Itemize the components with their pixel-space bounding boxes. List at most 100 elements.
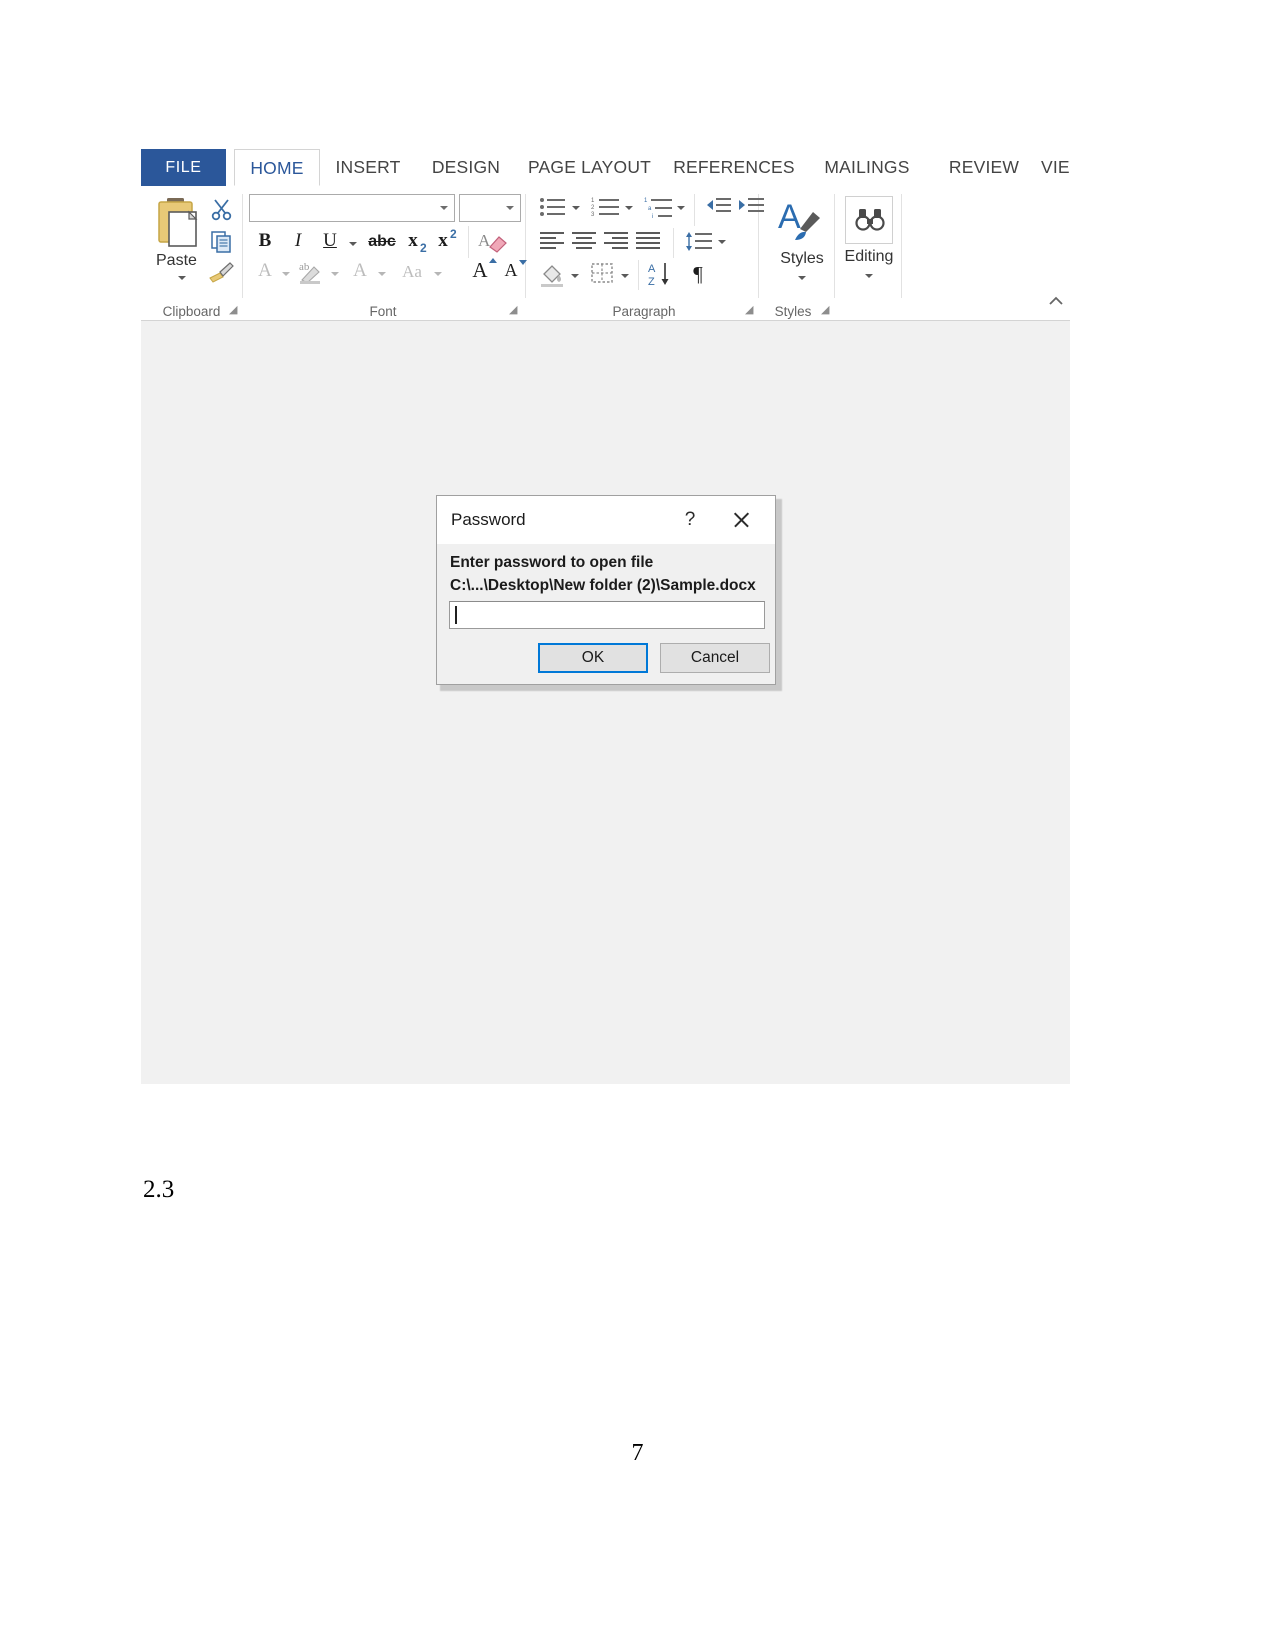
superscript-button[interactable]: x <box>435 230 451 252</box>
decrease-indent-icon[interactable] <box>704 196 732 218</box>
sort-icon[interactable]: A Z <box>648 260 678 288</box>
bullets-caret[interactable] <box>572 206 580 210</box>
svg-text:A: A <box>778 198 801 236</box>
font-size-combo[interactable] <box>459 194 521 222</box>
multilevel-list-icon[interactable]: 1 a i <box>644 196 674 220</box>
strikethrough-button[interactable]: abc <box>365 233 399 251</box>
clipboard-group-label: Clipboard <box>162 304 221 319</box>
editing-button[interactable] <box>845 196 893 244</box>
borders-icon[interactable] <box>590 262 616 286</box>
styles-button-label[interactable]: Styles <box>775 250 829 268</box>
paragraph-group-label: Paragraph <box>612 304 676 319</box>
styles-dialog-launcher-icon[interactable]: ◢ <box>821 305 832 316</box>
line-spacing-icon[interactable] <box>684 230 714 254</box>
chevron-down-icon[interactable] <box>440 206 448 210</box>
svg-text:1: 1 <box>591 198 595 204</box>
justify-icon[interactable] <box>635 230 663 252</box>
group-separator <box>834 194 835 298</box>
align-center-icon[interactable] <box>571 230 599 252</box>
dialog-title: Password <box>451 510 526 529</box>
subscript-button[interactable]: x <box>405 230 421 252</box>
underline-button[interactable]: U <box>319 230 341 252</box>
binoculars-icon <box>855 209 885 231</box>
cut-icon[interactable] <box>210 198 234 222</box>
tab-mailings[interactable]: MAILINGS <box>807 149 927 186</box>
copy-icon[interactable] <box>210 230 234 254</box>
editing-button-label[interactable]: Editing <box>839 248 899 266</box>
font-color-caret[interactable] <box>378 272 386 276</box>
change-case-caret[interactable] <box>434 272 442 276</box>
font-name-combo[interactable] <box>249 194 455 222</box>
bold-button[interactable]: B <box>254 230 276 252</box>
group-separator <box>638 260 639 290</box>
text-highlight-caret[interactable] <box>331 272 339 276</box>
borders-caret[interactable] <box>621 274 629 278</box>
bullets-icon[interactable] <box>539 196 567 220</box>
dialog-title-bar: Password ? <box>437 496 775 544</box>
font-group-label: Font <box>369 304 397 319</box>
close-icon[interactable] <box>729 508 755 532</box>
tab-insert[interactable]: INSERT <box>323 149 413 186</box>
show-formatting-marks-button[interactable]: ¶ <box>687 262 709 287</box>
ok-button[interactable]: OK <box>538 643 648 673</box>
text-effects-caret[interactable] <box>282 272 290 276</box>
section-number: 2.3 <box>143 1176 175 1203</box>
dialog-file-path: C:\...\Desktop\New folder (2)\Sample.doc… <box>450 577 756 594</box>
tab-home[interactable]: HOME <box>234 149 320 186</box>
line-spacing-caret[interactable] <box>718 240 726 244</box>
group-separator <box>468 226 469 258</box>
shading-icon[interactable] <box>539 262 567 288</box>
increase-indent-icon[interactable] <box>737 196 765 218</box>
clear-formatting-icon[interactable]: A <box>477 228 509 256</box>
svg-text:i: i <box>652 214 653 220</box>
help-icon[interactable]: ? <box>679 508 701 532</box>
tab-page-layout[interactable]: PAGE LAYOUT <box>519 149 660 186</box>
group-separator <box>694 194 695 226</box>
numbering-caret[interactable] <box>625 206 633 210</box>
tab-references[interactable]: REFERENCES <box>665 149 803 186</box>
group-separator <box>525 194 526 298</box>
change-case-button[interactable]: Aa <box>393 262 431 282</box>
document-canvas <box>141 321 1070 1084</box>
styles-group-label: Styles <box>774 304 812 319</box>
text-highlight-icon[interactable]: ab <box>298 258 326 284</box>
text-cursor <box>455 606 457 624</box>
tab-review[interactable]: REVIEW <box>931 149 1037 186</box>
align-right-icon[interactable] <box>603 230 631 252</box>
password-input[interactable] <box>449 601 765 629</box>
svg-text:a: a <box>648 206 652 212</box>
word-window-screenshot: FILE HOME INSERT DESIGN PAGE LAYOUT REFE… <box>141 149 1070 1084</box>
password-dialog: Password ? Enter password to open file C… <box>436 495 776 685</box>
page-number: 7 <box>631 1440 644 1466</box>
paste-label[interactable]: Paste <box>156 252 197 270</box>
svg-text:A: A <box>648 263 656 275</box>
clipboard-dialog-launcher-icon[interactable]: ◢ <box>229 305 240 316</box>
numbering-icon[interactable]: 1 2 3 <box>591 196 621 220</box>
cancel-button[interactable]: Cancel <box>660 643 770 673</box>
paragraph-dialog-launcher-icon[interactable]: ◢ <box>745 305 756 316</box>
font-dialog-launcher-icon[interactable]: ◢ <box>509 305 520 316</box>
shrink-font-arrow-icon <box>519 260 527 265</box>
underline-dropdown-caret[interactable] <box>349 242 357 246</box>
dialog-prompt-line1: Enter password to open file <box>450 554 654 571</box>
text-effects-button[interactable]: A <box>253 260 277 282</box>
font-color-button[interactable]: A <box>349 260 371 282</box>
paste-icon[interactable] <box>155 196 205 250</box>
group-separator <box>901 194 902 298</box>
svg-text:3: 3 <box>591 212 595 218</box>
chevron-down-icon[interactable] <box>506 206 514 210</box>
multilevel-list-caret[interactable] <box>677 206 685 210</box>
styles-dropdown-caret[interactable] <box>798 276 806 280</box>
tab-design[interactable]: DESIGN <box>418 149 514 186</box>
editing-dropdown-caret[interactable] <box>865 274 873 278</box>
tab-view[interactable]: VIEW <box>1041 149 1070 186</box>
format-painter-icon[interactable] <box>208 260 236 284</box>
align-left-icon[interactable] <box>539 230 567 252</box>
italic-button[interactable]: I <box>287 230 309 252</box>
styles-icon[interactable]: A <box>777 198 825 246</box>
shading-caret[interactable] <box>571 274 579 278</box>
grow-font-arrow-icon <box>489 258 497 263</box>
paste-dropdown-caret[interactable] <box>178 276 186 280</box>
tab-file[interactable]: FILE <box>141 149 226 186</box>
collapse-ribbon-icon[interactable] <box>1047 294 1065 310</box>
